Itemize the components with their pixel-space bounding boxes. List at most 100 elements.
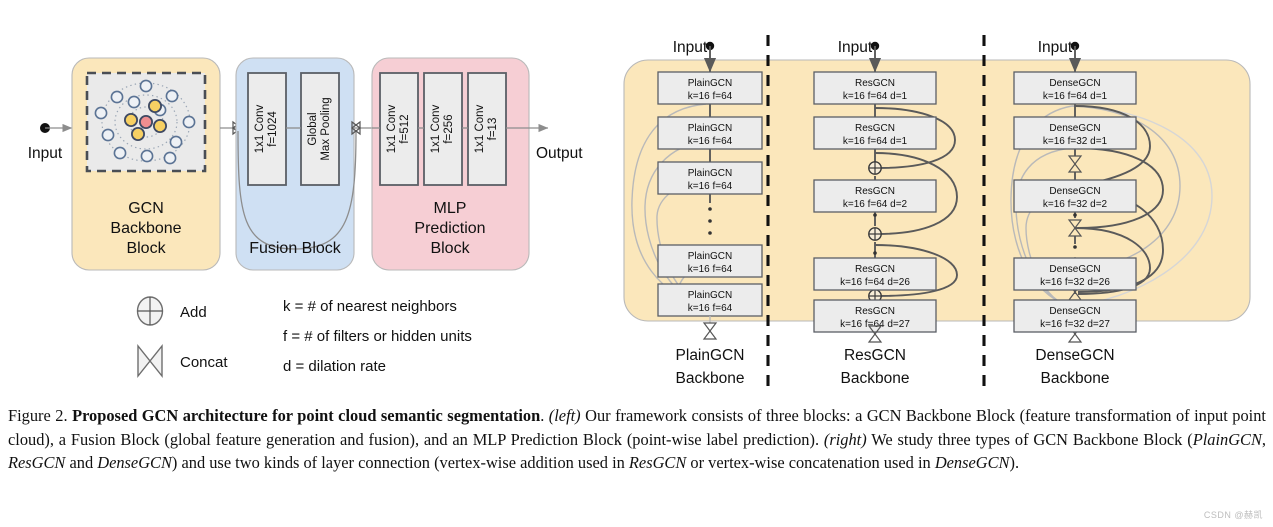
resgcn-node-0-title: ResGCN: [855, 78, 895, 89]
mlp-block-title-1: MLP: [434, 200, 467, 217]
densegcn-node-1[interactable]: DenseGCN k=16 f=32 d=1: [1013, 116, 1137, 150]
resgcn-node-0[interactable]: ResGCN k=16 f=64 d=1: [813, 71, 937, 105]
caption-ital-left: (left): [548, 406, 581, 425]
legend: Add Concat k = # of nearest neighbors f …: [136, 296, 472, 378]
resgcn-node-4[interactable]: ResGCN k=16 f=64 d=27: [813, 299, 937, 333]
plaingcn-node-2-params: k=16 f=64: [688, 181, 733, 192]
fusion-block-title: Fusion Block: [249, 240, 342, 257]
resgcn-node-3-title: ResGCN: [855, 264, 895, 275]
plaingcn-node-0[interactable]: PlainGCN k=16 f=64: [657, 71, 763, 105]
plaingcn-node-1-params: k=16 f=64: [688, 136, 733, 147]
left-architecture-panel: Input GCN Backbone Block 1x1 Conv f=1024…: [28, 57, 583, 271]
legend-note-1: f = # of filters or hidden units: [283, 328, 472, 345]
resgcn-node-3-params: k=16 f=64 d=26: [840, 277, 910, 288]
caption-seg5: and: [65, 453, 98, 473]
fusion-layer-1-line1: Global: [307, 112, 319, 145]
caption-seg1: .: [540, 406, 549, 425]
fusion-layer-0-line1: 1x1 Conv: [254, 104, 266, 153]
densegcn-caption-2: Backbone: [1041, 370, 1110, 387]
mlp-layer-2-line1: 1x1 Conv: [474, 104, 486, 153]
densegcn-input-label: Input: [1038, 39, 1073, 56]
caption-figure-number: Figure 2.: [8, 406, 73, 425]
densegcn-node-0[interactable]: DenseGCN k=16 f=64 d=1: [1013, 71, 1137, 105]
plaingcn-concat-out-icon: [702, 322, 718, 340]
resgcn-node-3[interactable]: ResGCN k=16 f=64 d=26: [813, 257, 937, 291]
caption-ital-resgcn: ResGCN: [8, 453, 66, 473]
resgcn-node-2[interactable]: ResGCN k=16 f=64 d=2: [813, 179, 937, 213]
plaingcn-node-4-params: k=16 f=64: [688, 303, 733, 314]
mlp-block-title-2: Prediction: [414, 220, 485, 237]
densegcn-node-1-params: k=16 f=32 d=1: [1043, 136, 1108, 147]
gcn-block-title-1: GCN: [128, 200, 164, 217]
plaingcn-node-3-params: k=16 f=64: [688, 264, 733, 275]
mlp-layer-0-line2: f=512: [399, 114, 411, 143]
legend-concat-label: Concat: [180, 354, 228, 371]
gcn-block-title-3: Block: [126, 240, 166, 257]
mlp-layer-1-line2: f=256: [443, 114, 455, 143]
fusion-layer-0-line2: f=1024: [267, 111, 279, 147]
mlp-layer-1-line1: 1x1 Conv: [430, 104, 442, 153]
resgcn-node-0-params: k=16 f=64 d=1: [843, 91, 908, 102]
resgcn-node-2-title: ResGCN: [855, 186, 895, 197]
gcn-block-title-2: Backbone: [110, 220, 181, 237]
left-output-label: Output: [536, 145, 583, 162]
right-backbones-panel: Input PlainGCN k=16 f=64 PlainGCN k=16 f…: [623, 35, 1251, 388]
resgcn-input-label: Input: [838, 39, 873, 56]
resgcn-add-icon-2: [868, 227, 882, 241]
csdn-watermark: CSDN @赫凯: [1203, 510, 1263, 520]
plaingcn-node-4-title: PlainGCN: [688, 290, 732, 301]
left-input-label: Input: [28, 145, 63, 162]
caption-seg7: or vertex-wise concatenation used in: [686, 453, 935, 473]
resgcn-node-2-params: k=16 f=64 d=2: [843, 199, 908, 210]
densegcn-node-0-title: DenseGCN: [1049, 78, 1100, 89]
densegcn-node-3-title: DenseGCN: [1049, 264, 1100, 275]
caption-ital-densegcn: DenseGCN: [97, 453, 172, 473]
caption-seg6: ) and use two kinds of layer connection …: [171, 453, 629, 473]
resgcn-node-1[interactable]: ResGCN k=16 f=64 d=1: [813, 116, 937, 150]
densegcn-node-1-title: DenseGCN: [1049, 123, 1100, 134]
caption-ital-densegcn-2: DenseGCN: [934, 453, 1010, 473]
caption-ital-resgcn-2: ResGCN: [628, 453, 687, 473]
mlp-layer-0-line1: 1x1 Conv: [386, 104, 398, 153]
densegcn-node-3-params: k=16 f=32 d=26: [1040, 277, 1110, 288]
resgcn-caption-2: Backbone: [841, 370, 910, 387]
plaingcn-node-3-title: PlainGCN: [688, 251, 732, 262]
figure-2-container: Input GCN Backbone Block 1x1 Conv f=1024…: [0, 0, 1273, 527]
plaingcn-node-2-title: PlainGCN: [688, 168, 732, 179]
plaingcn-caption-1: PlainGCN: [676, 347, 745, 364]
densegcn-node-0-params: k=16 f=64 d=1: [1043, 91, 1108, 102]
densegcn-node-3[interactable]: DenseGCN k=16 f=32 d=26: [1013, 257, 1137, 291]
plaingcn-node-0-title: PlainGCN: [688, 78, 732, 89]
plaingcn-node-4[interactable]: PlainGCN k=16 f=64: [657, 283, 763, 317]
plaingcn-node-0-params: k=16 f=64: [688, 91, 733, 102]
legend-note-0: k = # of nearest neighbors: [283, 298, 457, 315]
densegcn-node-4-title: DenseGCN: [1049, 306, 1100, 317]
resgcn-node-4-params: k=16 f=64 d=27: [840, 319, 910, 330]
plaingcn-caption-2: Backbone: [676, 370, 745, 387]
resgcn-node-1-title: ResGCN: [855, 123, 895, 134]
plaingcn-node-3[interactable]: PlainGCN k=16 f=64: [657, 244, 763, 278]
plaingcn-node-2[interactable]: PlainGCN k=16 f=64: [657, 161, 763, 195]
plaingcn-node-1[interactable]: PlainGCN k=16 f=64: [657, 116, 763, 150]
densegcn-node-2-params: k=16 f=32 d=2: [1043, 199, 1108, 210]
figure-caption: Figure 2. Proposed GCN architecture for …: [8, 404, 1266, 475]
densegcn-node-2[interactable]: DenseGCN k=16 f=32 d=2: [1013, 179, 1137, 213]
architecture-diagram: Input GCN Backbone Block 1x1 Conv f=1024…: [28, 35, 1251, 388]
caption-seg4: ,: [1261, 429, 1267, 449]
densegcn-caption-1: DenseGCN: [1035, 347, 1114, 364]
plaingcn-input-label: Input: [673, 39, 708, 56]
caption-seg3: We study three types of GCN Backbone Blo…: [866, 429, 1193, 449]
resgcn-node-1-params: k=16 f=64 d=1: [843, 136, 908, 147]
mlp-layer-2-line2: f=13: [487, 118, 499, 141]
densegcn-node-2-title: DenseGCN: [1049, 186, 1100, 197]
fusion-layer-1-line2: Max Pooling: [320, 97, 332, 160]
caption-seg8: ).: [1009, 453, 1020, 473]
resgcn-caption-1: ResGCN: [844, 347, 906, 364]
plaingcn-node-1-title: PlainGCN: [688, 123, 732, 134]
caption-ital-right: (right): [823, 429, 867, 449]
caption-bold-title: Proposed GCN architecture for point clou…: [72, 406, 541, 425]
densegcn-node-4-params: k=16 f=32 d=27: [1040, 319, 1110, 330]
legend-note-2: d = dilation rate: [283, 358, 386, 375]
legend-add-label: Add: [180, 304, 207, 321]
densegcn-node-4[interactable]: DenseGCN k=16 f=32 d=27: [1013, 299, 1137, 333]
